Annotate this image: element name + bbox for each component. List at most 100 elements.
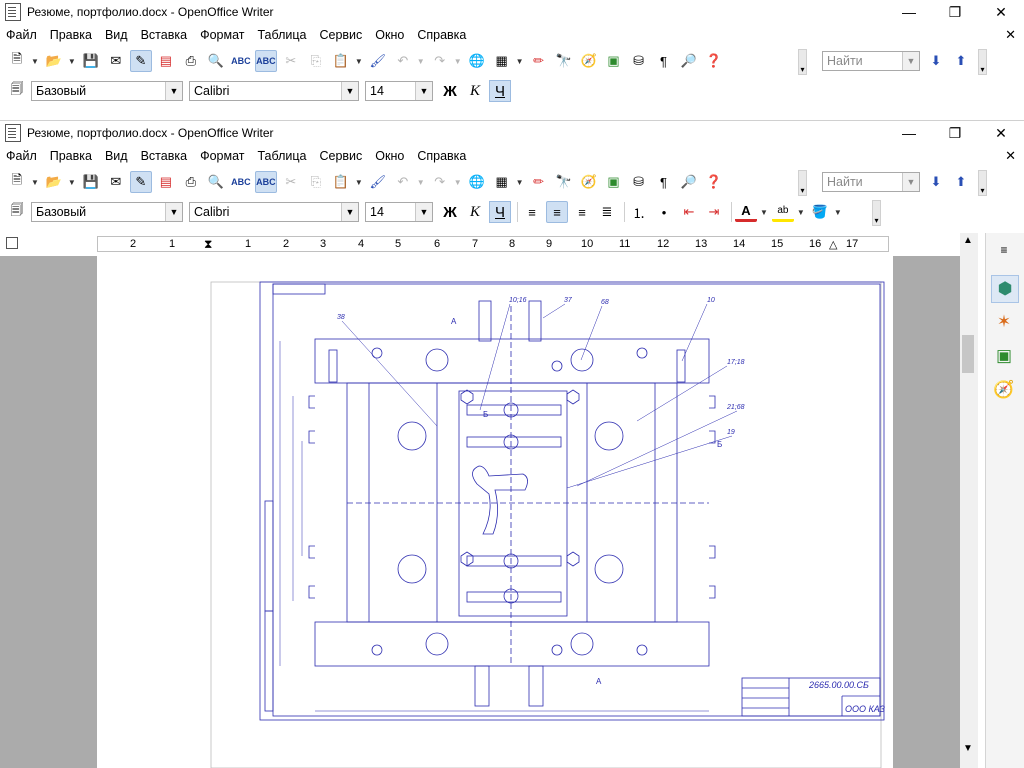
underline-button[interactable]: Ч [489, 201, 511, 223]
bg-autospell-icon[interactable]: ABC [254, 50, 277, 72]
bg-menu-format[interactable]: Формат [194, 28, 251, 42]
highlight-icon[interactable]: ab [771, 203, 794, 222]
bg-style-dropdown-icon[interactable]: ▼ [165, 82, 182, 100]
bg-spellcheck-icon[interactable]: ABC [230, 50, 252, 72]
show-draw-functions-icon[interactable]: ✏ [528, 171, 550, 193]
email-icon[interactable]: ✉ [105, 171, 127, 193]
menu-tools[interactable]: Сервис [313, 149, 369, 163]
find-replace-icon[interactable]: 🔭 [553, 171, 575, 193]
export-pdf-icon[interactable]: ▤ [155, 171, 177, 193]
paste-icon[interactable]: 📋 [330, 171, 352, 193]
toolbar-grip[interactable]: ▾ [798, 170, 807, 196]
background-color-icon[interactable]: 🪣 [809, 201, 831, 223]
background-close-button[interactable]: ✕ [978, 0, 1024, 24]
ruler-track[interactable]: 2 1 ⧗ 1 2 3 4 5 6 7 8 9 10 11 12 13 14 1… [97, 236, 889, 252]
size-dropdown-icon[interactable]: ▼ [415, 203, 432, 221]
right-indent-marker[interactable]: △ [829, 238, 837, 251]
scroll-up-icon[interactable]: ▲ [963, 235, 973, 246]
bg-italic-button[interactable]: К [464, 80, 486, 102]
bullets-icon[interactable]: • [653, 201, 675, 223]
bg-menu-window[interactable]: Окно [369, 28, 411, 42]
paste-dropdown-icon[interactable]: ▼ [355, 178, 363, 187]
scroll-down-icon[interactable]: ▼ [963, 743, 973, 754]
find-dropdown-icon[interactable]: ▼ [902, 173, 919, 191]
font-color-dropdown-icon[interactable]: ▼ [760, 208, 768, 217]
bg-preview-icon[interactable]: 🔍 [205, 50, 227, 72]
bg-new-icon[interactable]: 🗎 [6, 50, 28, 72]
numbering-icon[interactable]: ⒈ [628, 201, 650, 223]
horizontal-ruler[interactable]: 2 1 ⧗ 1 2 3 4 5 6 7 8 9 10 11 12 13 14 1… [0, 233, 1024, 255]
bg-navigator-icon[interactable]: 🧭 [578, 50, 600, 72]
bg-open-icon[interactable]: 📂 [43, 50, 65, 72]
menu-insert[interactable]: Вставка [135, 149, 194, 163]
bg-edit-mode-icon[interactable]: ✎ [129, 50, 152, 72]
paragraph-style-combo[interactable]: Базовый ▼ [31, 202, 183, 222]
redo-icon[interactable]: ↷ [429, 171, 451, 193]
menu-view[interactable]: Вид [99, 149, 135, 163]
bg-mail-icon[interactable]: ✉ [105, 50, 127, 72]
sidebar-menu-icon[interactable]: ≡ [991, 237, 1017, 263]
font-name-combo[interactable]: Calibri ▼ [189, 202, 359, 222]
bg-size-dropdown-icon[interactable]: ▼ [415, 82, 432, 100]
bg-styles-icon[interactable]: 🗐 [6, 80, 28, 102]
bg-menu-view[interactable]: Вид [99, 28, 135, 42]
gallery-icon[interactable]: ▣ [603, 171, 625, 193]
gallery-sidebar-icon[interactable]: ▣ [991, 343, 1017, 369]
properties-icon[interactable]: ⬢ [991, 275, 1019, 303]
bg-redo-icon[interactable]: ↷ [429, 50, 451, 72]
bg-gallery-icon[interactable]: ▣ [603, 50, 625, 72]
menu-format[interactable]: Формат [194, 149, 251, 163]
minimize-button[interactable]: — [886, 121, 932, 145]
table-icon[interactable]: ▦ [491, 171, 513, 193]
bg-find-dropdown-icon[interactable]: ▼ [902, 52, 919, 70]
find-previous-icon[interactable]: ⬆ [950, 171, 972, 193]
print-icon[interactable]: ⎙ [180, 171, 202, 193]
bg-style-combo[interactable]: Базовый ▼ [31, 81, 183, 101]
new-document-icon[interactable]: 🗎 [6, 171, 28, 193]
background-minimize-button[interactable]: — [886, 0, 932, 24]
hyperlink-icon[interactable]: 🌐 [466, 171, 488, 193]
justify-icon[interactable]: ≣ [596, 201, 618, 223]
cut-icon[interactable]: ✂ [280, 171, 302, 193]
formatting-toolbar-grip[interactable]: ▾ [872, 200, 881, 226]
align-right-icon[interactable]: ≡ [571, 201, 593, 223]
bg-menu-edit[interactable]: Правка [44, 28, 99, 42]
bg-menu-table[interactable]: Таблица [251, 28, 313, 42]
styles-formatting-icon[interactable]: 🗐 [6, 201, 28, 223]
increase-indent-icon[interactable]: ⇥ [703, 201, 725, 223]
style-dropdown-icon[interactable]: ▼ [165, 203, 182, 221]
bg-document-close-icon[interactable]: ✕ [1005, 27, 1016, 43]
font-color-icon[interactable]: A [735, 203, 757, 222]
bg-paste-icon[interactable]: 📋 [330, 50, 352, 72]
table-dropdown-icon[interactable]: ▼ [516, 178, 524, 187]
menu-help[interactable]: Справка [411, 149, 473, 163]
bg-cut-icon[interactable]: ✂ [280, 50, 302, 72]
autospellcheck-icon[interactable]: ABC [254, 171, 277, 193]
bg-copy-icon[interactable]: ⎘ [305, 50, 327, 72]
data-sources-icon[interactable]: ⛁ [628, 171, 650, 193]
find-next-icon[interactable]: ⬇ [925, 171, 947, 193]
redo-dropdown-icon[interactable]: ▼ [454, 178, 462, 187]
bg-save-icon[interactable]: 💾 [80, 50, 102, 72]
open-icon[interactable]: 📂 [43, 171, 65, 193]
new-dropdown-icon[interactable]: ▼ [31, 178, 39, 187]
bg-toolbar-grip[interactable]: ▾ [798, 49, 807, 75]
document-page[interactable]: 38 10;16 37 68 10 17;18 21;68 19 А Б Б А… [97, 256, 893, 768]
bg-find-field[interactable]: Найти ▼ [822, 51, 920, 71]
highlight-dropdown-icon[interactable]: ▼ [797, 208, 805, 217]
document-workspace[interactable]: 38 10;16 37 68 10 17;18 21;68 19 А Б Б А… [0, 256, 960, 768]
copy-icon[interactable]: ⎘ [305, 171, 327, 193]
bg-menu-insert[interactable]: Вставка [135, 28, 194, 42]
tab-stop-selector[interactable] [6, 237, 18, 249]
bg-find-replace-icon[interactable]: 🔭 [553, 50, 575, 72]
bg-datasource-icon[interactable]: ⛁ [628, 50, 650, 72]
menu-table[interactable]: Таблица [251, 149, 313, 163]
bg-zoom-icon[interactable]: 🔎 [678, 50, 700, 72]
decrease-indent-icon[interactable]: ⇤ [678, 201, 700, 223]
bg-formatting-marks-icon[interactable]: ¶ [653, 50, 675, 72]
bg-size-combo[interactable]: 14 ▼ [365, 81, 433, 101]
zoom-icon[interactable]: 🔎 [678, 171, 700, 193]
edit-mode-icon[interactable]: ✎ [129, 171, 152, 193]
bg-draw-icon[interactable]: ✏ [528, 50, 550, 72]
close-button[interactable]: ✕ [978, 121, 1024, 145]
